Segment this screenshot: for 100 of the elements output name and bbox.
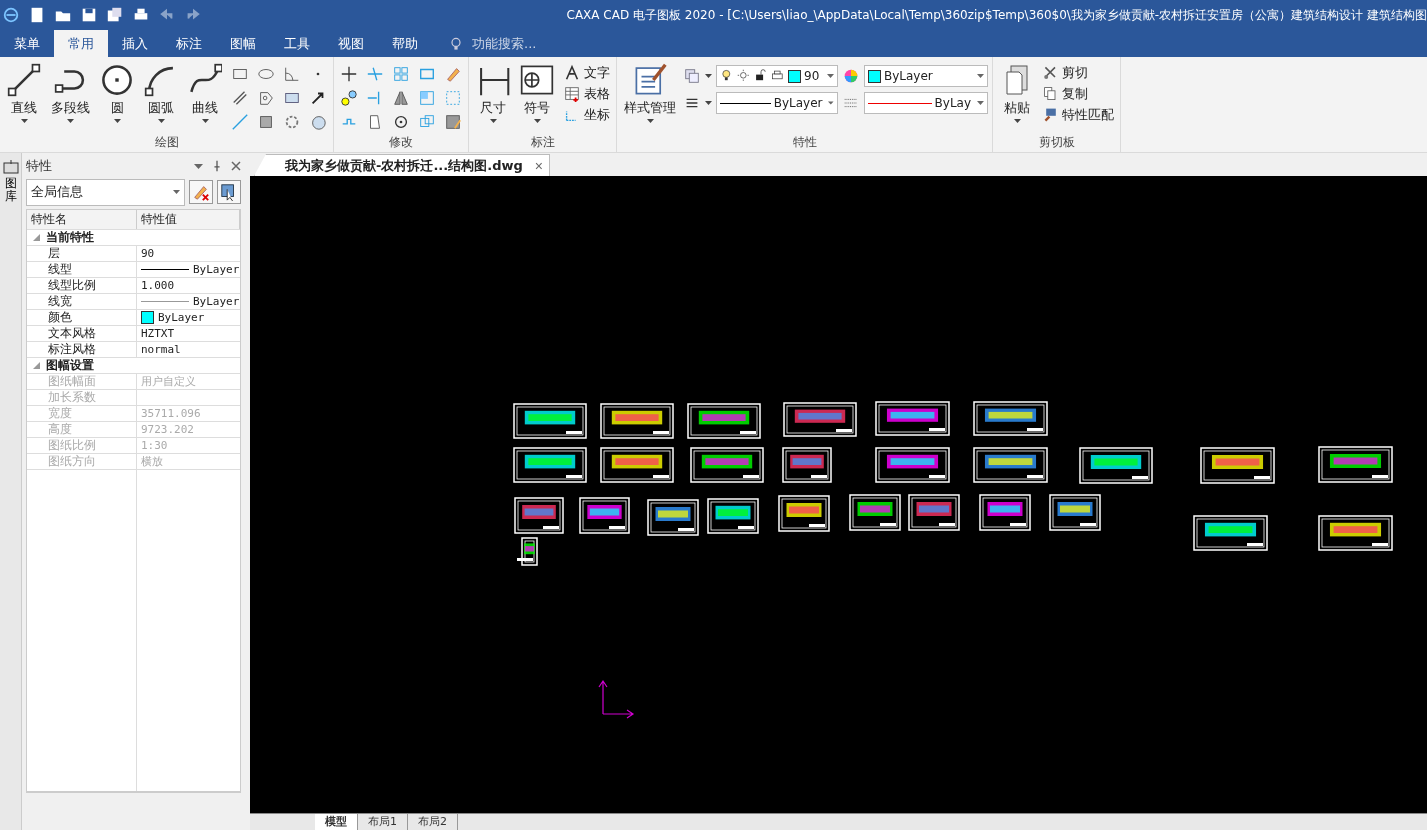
ribbon-button[interactable]: 剪切 <box>1041 63 1116 83</box>
caret-icon <box>533 119 541 123</box>
caret-icon <box>201 119 209 123</box>
drawing-sheet-thumbnail <box>908 494 960 531</box>
side-tab[interactable]: 图库 <box>4 177 17 204</box>
ribbon-button[interactable]: 符号 <box>517 61 557 125</box>
close-tab-button[interactable]: × <box>534 157 543 174</box>
pin-icon[interactable] <box>211 159 223 173</box>
mirror-icon[interactable] <box>392 89 410 107</box>
drawing-sheet-thumbnail <box>514 497 564 534</box>
property-value[interactable]: ByLayer <box>193 294 240 309</box>
caret-icon <box>646 119 654 123</box>
ribbon-tab[interactable]: 工具 <box>270 30 324 57</box>
property-value[interactable]: ByLayer <box>158 310 205 325</box>
scope-dropdown[interactable]: 全局信息 <box>26 178 185 206</box>
angle-icon[interactable] <box>283 65 301 83</box>
ribbon-button[interactable]: 复制 <box>1041 84 1116 104</box>
caret-icon[interactable] <box>194 163 203 169</box>
property-name: 宽度 <box>27 406 137 421</box>
gear-icon[interactable] <box>283 113 301 131</box>
property-value[interactable]: normal <box>141 343 181 356</box>
ribbon-button[interactable]: 圆 <box>97 61 137 125</box>
window-title: CAXA CAD 电子图板 2020 - [C:\Users\liao_\AppData\Local\Temp\360zip$Temp\360$0\我为家乡做贡献-农村拆迁安置房（公寓）建筑结构设计 建筑结构图 <box>566 6 1427 24</box>
ribbon-tab[interactable]: 插入 <box>108 30 162 57</box>
caret-icon <box>157 119 165 123</box>
property-value[interactable]: 1.000 <box>141 279 175 292</box>
property-value[interactable]: ByLayer <box>193 262 240 277</box>
ribbon-tab[interactable]: 图幅 <box>216 30 270 57</box>
ribbon-button[interactable]: 特性匹配 <box>1041 105 1116 125</box>
caret-icon <box>173 190 180 194</box>
property-name: 线宽 <box>27 294 137 309</box>
line-sample <box>868 102 932 104</box>
linetype-dropdown[interactable]: ByLayer <box>716 92 838 114</box>
polygon-icon[interactable] <box>257 89 275 107</box>
drawing-sheet-thumbnail <box>979 494 1031 531</box>
layout-tab[interactable]: 模型 <box>315 814 358 830</box>
property-value[interactable]: 90 <box>141 247 155 260</box>
pencil-icon[interactable] <box>444 65 462 83</box>
color-swatch <box>788 69 801 83</box>
hatch-icon[interactable] <box>257 113 275 131</box>
search-field[interactable]: 功能搜索... <box>470 35 590 52</box>
symbol-icon <box>520 63 554 97</box>
ribbon-button[interactable]: 坐标 <box>561 105 612 125</box>
caret-icon <box>828 101 834 105</box>
circle-icon <box>100 63 134 97</box>
eraser-pencil-icon <box>192 183 210 201</box>
color-wheel-icon[interactable] <box>842 67 860 85</box>
property-name: 线型 <box>27 262 137 277</box>
clear-selection-button[interactable] <box>189 180 213 204</box>
drawing-sheet-thumbnail <box>849 494 901 531</box>
drawing-sheet-thumbnail <box>579 497 630 534</box>
layer-dropdown[interactable]: 90 <box>716 65 838 87</box>
caret-icon <box>20 119 28 123</box>
ribbon-button[interactable]: 粘贴 <box>997 61 1037 125</box>
expand-triangle-icon[interactable] <box>33 234 40 241</box>
property-value[interactable]: HZTXT <box>141 327 175 340</box>
property-name: 线型比例 <box>27 278 137 293</box>
ribbon-button[interactable]: 样式管理 <box>621 61 679 125</box>
ribbon-tab[interactable]: 标注 <box>162 30 216 57</box>
ribbon-tab[interactable]: 帮助 <box>378 30 432 57</box>
ribbon-button[interactable]: 文字 <box>561 63 612 83</box>
construction-line-icon[interactable] <box>231 113 249 131</box>
ribbon-button[interactable]: 曲线 <box>185 61 225 125</box>
section-header[interactable]: 图幅设置 <box>46 357 94 374</box>
ribbon-button[interactable]: 直线 <box>4 61 44 125</box>
group-label: 修改 <box>388 134 414 151</box>
parallel-lines-icon[interactable] <box>231 89 249 107</box>
property-name: 图纸幅面 <box>27 374 137 389</box>
move-icon[interactable] <box>340 65 358 83</box>
lineweight-dropdown[interactable]: ByLay <box>864 92 988 114</box>
ribbon-tab[interactable]: 视图 <box>324 30 378 57</box>
coordinate-axes-icon <box>598 679 635 719</box>
ribbon-button[interactable]: 圆弧 <box>141 61 181 125</box>
library-icon[interactable] <box>1 159 20 175</box>
trim-icon[interactable] <box>366 65 384 83</box>
copy-icon <box>1043 86 1059 102</box>
app-logo-icon[interactable] <box>2 6 20 24</box>
drawing-sheet-thumbnail <box>778 495 830 532</box>
expand-triangle-icon[interactable] <box>33 362 40 369</box>
ribbon-tab[interactable]: 菜单 <box>0 30 54 57</box>
ribbon-tab[interactable]: 常用 <box>54 30 108 57</box>
drawing-sheet-thumbnail <box>647 499 699 536</box>
hatch-edit-icon[interactable] <box>444 113 462 131</box>
save-icon[interactable] <box>80 6 98 24</box>
ribbon-button[interactable]: 表格 <box>561 84 612 104</box>
section-header[interactable]: 当前特性 <box>46 229 94 246</box>
save-all-icon[interactable] <box>106 6 124 24</box>
layout-tab[interactable]: 布局1 <box>358 814 408 830</box>
layers-icon[interactable] <box>683 67 701 85</box>
quick-select-button[interactable] <box>217 180 241 204</box>
layout-tab[interactable]: 布局2 <box>408 814 458 830</box>
close-icon[interactable] <box>231 161 241 171</box>
link-icon[interactable] <box>340 89 358 107</box>
rotate-icon[interactable] <box>392 113 410 131</box>
ribbon-button[interactable]: 多段线 <box>48 61 93 125</box>
line-sample <box>720 102 771 104</box>
document-tab[interactable]: 我为家乡做贡献-农村拆迁...结构图.dwg × <box>254 154 550 176</box>
color-dropdown[interactable]: ByLayer <box>864 65 988 87</box>
text-icon <box>563 64 581 82</box>
ribbon-button[interactable]: 尺寸 <box>473 61 513 125</box>
